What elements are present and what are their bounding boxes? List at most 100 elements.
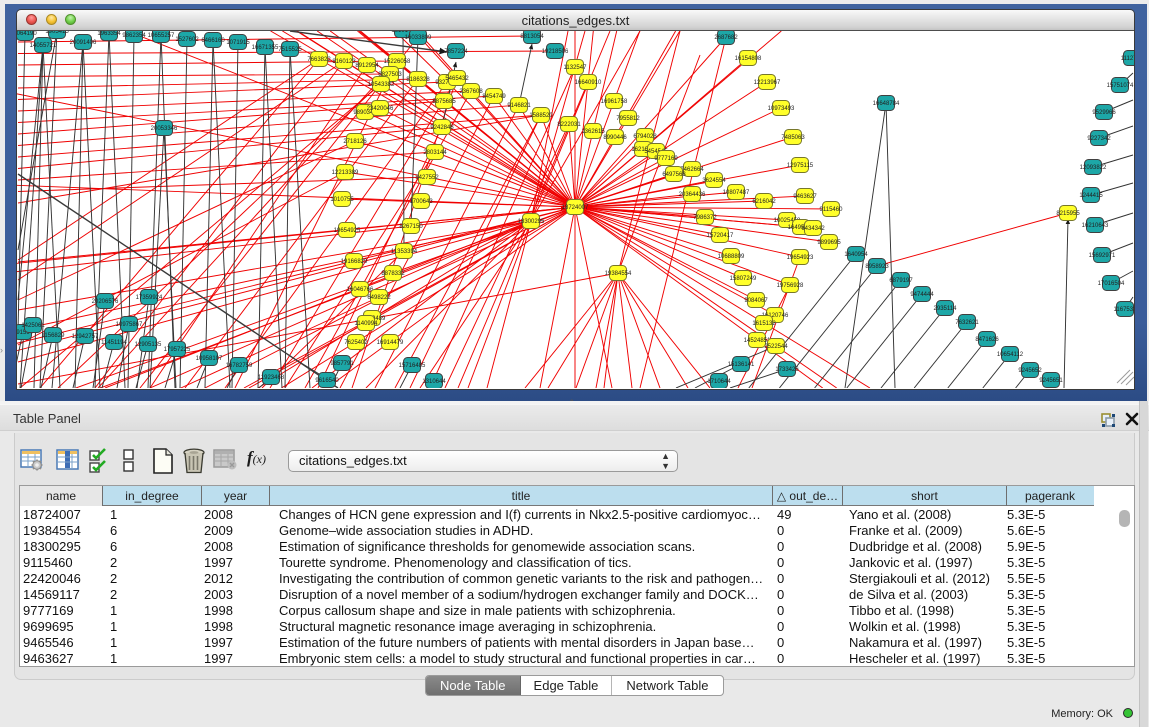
svg-text:1640954: 1640954 [844, 252, 868, 258]
svg-text:19654923: 19654923 [787, 255, 814, 261]
svg-text:8186328: 8186328 [406, 77, 430, 83]
svg-text:8427552: 8427552 [415, 175, 439, 181]
svg-text:9529966: 9529966 [1092, 110, 1116, 116]
svg-text:1700643: 1700643 [409, 199, 433, 205]
svg-text:19654925: 19654925 [334, 228, 361, 234]
svg-text:6879197: 6879197 [889, 278, 913, 284]
svg-text:15751074: 15751074 [1107, 83, 1134, 89]
svg-text:20364436: 20364436 [679, 192, 706, 198]
svg-text:15226058: 15226058 [384, 59, 411, 65]
svg-text:1310644: 1310644 [422, 379, 446, 385]
svg-text:9242848: 9242848 [430, 125, 454, 131]
svg-text:9245651: 9245651 [1039, 378, 1063, 384]
svg-text:2687682: 2687682 [714, 35, 738, 41]
svg-text:15720417: 15720417 [707, 233, 734, 239]
svg-text:8912954: 8912954 [355, 63, 379, 69]
svg-text:9115460: 9115460 [820, 207, 844, 213]
svg-text:15807249: 15807249 [730, 276, 757, 282]
svg-text:9084067: 9084067 [744, 298, 768, 304]
svg-text:10543382: 10543382 [368, 82, 395, 88]
svg-text:1132547: 1132547 [564, 65, 588, 71]
svg-text:12093822: 12093822 [1080, 165, 1107, 171]
svg-text:14055721: 14055721 [30, 43, 57, 49]
svg-text:8813054: 8813054 [520, 34, 544, 40]
svg-text:12905135: 12905135 [135, 342, 162, 348]
svg-text:1167533: 1167533 [1114, 307, 1134, 313]
svg-text:2935114: 2935114 [934, 306, 958, 312]
svg-text:1710644: 1710644 [707, 379, 731, 385]
svg-text:1527602: 1527602 [175, 37, 199, 43]
svg-text:1733426: 1733426 [775, 367, 799, 373]
svg-text:2367608: 2367608 [459, 89, 483, 95]
svg-text:2522544: 2522544 [764, 344, 788, 350]
svg-text:11353394: 11353394 [391, 249, 418, 255]
svg-text:16648784: 16648784 [873, 101, 900, 107]
svg-text:1140994: 1140994 [355, 321, 379, 327]
svg-text:6216042: 6216042 [752, 199, 776, 205]
svg-text:7857224: 7857224 [444, 49, 468, 55]
svg-text:10973493: 10973493 [768, 106, 795, 112]
svg-text:15692971: 15692971 [1089, 253, 1116, 259]
svg-text:10688809: 10688809 [718, 254, 745, 260]
svg-text:12942757: 12942757 [72, 334, 99, 340]
svg-text:15716485: 15716485 [399, 363, 426, 369]
svg-text:17957225: 17957225 [164, 347, 191, 353]
svg-text:18724007: 18724007 [562, 205, 589, 211]
svg-text:8878332: 8878332 [381, 271, 405, 277]
svg-text:8454749: 8454749 [482, 94, 506, 100]
svg-text:8267150: 8267150 [399, 224, 423, 230]
svg-text:16640910: 16640910 [575, 80, 602, 86]
svg-text:16782759: 16782759 [226, 363, 253, 369]
svg-text:6794028: 6794028 [633, 134, 657, 140]
svg-text:5465432: 5465432 [445, 76, 469, 82]
svg-text:9899695: 9899695 [817, 240, 841, 246]
svg-text:19756928: 19756928 [777, 283, 804, 289]
svg-text:8875685: 8875685 [432, 99, 456, 105]
svg-text:15136141: 15136141 [728, 362, 755, 368]
svg-text:8958923: 8958923 [865, 264, 889, 270]
svg-text:1615132: 1615132 [752, 321, 776, 327]
svg-text:9146821: 9146821 [507, 103, 531, 109]
svg-text:11923468: 11923468 [258, 375, 285, 381]
svg-text:1010755: 1010755 [330, 197, 354, 203]
svg-text:6498222: 6498222 [367, 295, 391, 301]
svg-text:16671355: 16671355 [252, 45, 279, 51]
svg-text:1362615: 1362615 [581, 129, 605, 135]
svg-text:8160123: 8160123 [332, 59, 356, 65]
svg-text:18300295: 18300295 [518, 219, 545, 225]
svg-text:2064190: 2064190 [17, 31, 37, 37]
svg-text:6497568: 6497568 [662, 172, 686, 178]
svg-text:6434342: 6434342 [801, 226, 825, 232]
svg-text:7632621: 7632621 [955, 320, 979, 326]
svg-text:9777169: 9777169 [654, 156, 678, 162]
svg-text:10655257: 10655257 [148, 33, 175, 39]
svg-text:11451194: 11451194 [101, 340, 127, 346]
svg-text:9227342: 9227342 [1087, 136, 1111, 142]
svg-text:2803144: 2803144 [423, 150, 447, 156]
svg-text:23420046: 23420046 [367, 106, 394, 112]
svg-text:9857791: 9857791 [330, 361, 354, 367]
svg-text:16961758: 16961758 [601, 99, 628, 105]
svg-text:20053346: 20053346 [151, 126, 178, 132]
svg-text:10654112: 10654112 [997, 352, 1024, 358]
svg-text:8990446: 8990446 [603, 135, 627, 141]
svg-text:7625402: 7625402 [344, 340, 368, 346]
svg-text:19384554: 19384554 [605, 271, 632, 277]
svg-text:9463627: 9463627 [793, 194, 817, 200]
svg-text:9474444: 9474444 [910, 292, 934, 298]
svg-text:8215955: 8215955 [1056, 211, 1080, 217]
svg-text:8222031: 8222031 [557, 122, 581, 128]
svg-text:19218506: 19218506 [542, 49, 569, 55]
svg-text:7515525: 7515525 [278, 47, 302, 53]
svg-text:12975115: 12975115 [787, 163, 814, 169]
svg-text:2718126: 2718126 [343, 139, 367, 145]
svg-text:9245652: 9245652 [1018, 368, 1042, 374]
svg-text:3624554: 3624554 [702, 178, 726, 184]
svg-text:7485063: 7485063 [781, 135, 805, 141]
svg-text:1112753: 1112753 [1121, 56, 1134, 62]
svg-text:1425061: 1425061 [21, 323, 45, 329]
svg-text:20206576: 20206576 [92, 299, 119, 305]
svg-text:16154808: 16154808 [735, 56, 762, 62]
svg-text:16046766: 16046766 [347, 287, 374, 293]
svg-text:17016504: 17016504 [1098, 281, 1125, 287]
